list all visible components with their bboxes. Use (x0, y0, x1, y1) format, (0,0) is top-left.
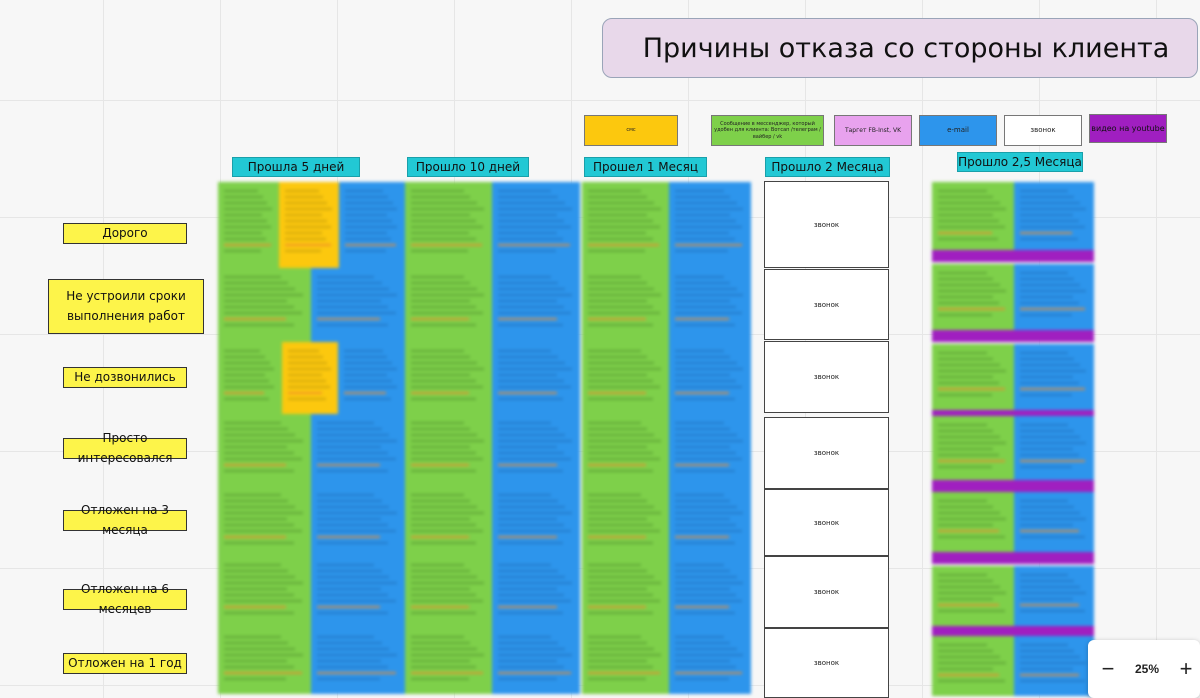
message-card[interactable] (311, 414, 405, 486)
message-card[interactable] (932, 416, 1014, 482)
message-card[interactable] (582, 268, 669, 342)
message-card[interactable] (1014, 416, 1094, 482)
message-card[interactable] (669, 182, 751, 268)
zoom-control: − 25% + (1088, 640, 1200, 698)
zoom-level: 25% (1134, 662, 1160, 676)
message-card[interactable] (405, 628, 492, 694)
call-card[interactable]: звонок (764, 489, 889, 556)
message-card[interactable] (339, 182, 405, 268)
message-card[interactable] (1014, 182, 1094, 252)
message-card[interactable] (932, 636, 1014, 696)
message-card[interactable] (311, 556, 405, 628)
message-card[interactable] (669, 414, 751, 486)
video-strip (932, 250, 1094, 262)
message-card[interactable] (218, 486, 311, 556)
message-card[interactable] (405, 414, 492, 486)
message-card[interactable] (492, 414, 580, 486)
message-card[interactable] (1014, 264, 1094, 332)
call-card[interactable]: звонок (764, 341, 889, 413)
message-card[interactable] (1014, 636, 1094, 696)
message-card[interactable] (1014, 344, 1094, 412)
message-card[interactable] (218, 342, 282, 414)
message-card[interactable] (405, 182, 492, 268)
message-card[interactable] (492, 342, 580, 414)
message-card[interactable] (405, 486, 492, 556)
message-card[interactable] (669, 268, 751, 342)
message-card[interactable] (932, 264, 1014, 332)
message-card-grid (0, 0, 1200, 698)
message-card[interactable] (282, 342, 338, 414)
message-card[interactable] (218, 182, 279, 268)
message-card[interactable] (492, 628, 580, 694)
message-card[interactable] (218, 414, 311, 486)
message-card[interactable] (932, 566, 1014, 628)
message-card[interactable] (492, 182, 580, 268)
message-card[interactable] (311, 268, 405, 342)
message-card[interactable] (932, 492, 1014, 554)
message-card[interactable] (582, 486, 669, 556)
message-card[interactable] (669, 556, 751, 628)
message-card[interactable] (582, 414, 669, 486)
call-card[interactable]: звонок (764, 269, 889, 340)
message-card[interactable] (311, 486, 405, 556)
zoom-out-button[interactable]: − (1098, 658, 1118, 680)
message-card[interactable] (492, 268, 580, 342)
video-strip (932, 552, 1094, 564)
video-strip (932, 480, 1094, 492)
message-card[interactable] (218, 556, 311, 628)
message-card[interactable] (218, 268, 311, 342)
message-card[interactable] (492, 556, 580, 628)
video-strip (932, 330, 1094, 342)
message-card[interactable] (582, 556, 669, 628)
message-card[interactable] (669, 628, 751, 694)
message-card[interactable] (492, 486, 580, 556)
message-card[interactable] (405, 556, 492, 628)
message-card[interactable] (669, 342, 751, 414)
message-card[interactable] (218, 628, 311, 694)
message-card[interactable] (932, 182, 1014, 252)
call-card[interactable]: звонок (764, 181, 889, 268)
message-card[interactable] (1014, 566, 1094, 628)
message-card[interactable] (582, 182, 669, 268)
call-card[interactable]: звонок (764, 556, 889, 628)
message-card[interactable] (279, 182, 339, 268)
message-card[interactable] (338, 342, 405, 414)
zoom-in-button[interactable]: + (1176, 658, 1196, 680)
message-card[interactable] (311, 628, 405, 694)
call-card[interactable]: звонок (764, 628, 889, 698)
call-card[interactable]: звонок (764, 417, 889, 489)
message-card[interactable] (582, 342, 669, 414)
message-card[interactable] (1014, 492, 1094, 554)
message-card[interactable] (669, 486, 751, 556)
message-card[interactable] (932, 344, 1014, 412)
message-card[interactable] (405, 268, 492, 342)
message-card[interactable] (582, 628, 669, 694)
message-card[interactable] (405, 342, 492, 414)
